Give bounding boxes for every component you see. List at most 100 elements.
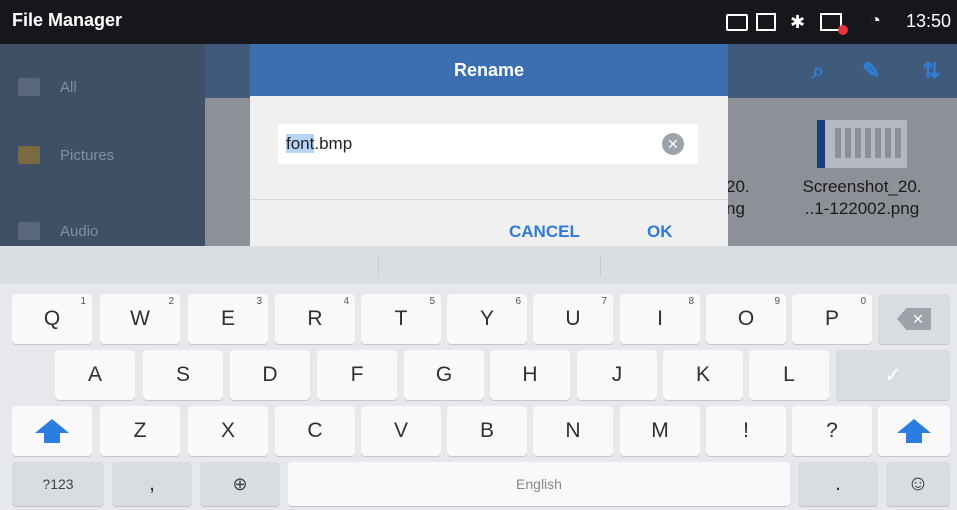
key-question[interactable]: ? [792, 406, 872, 456]
file-item[interactable]: 20. ng [726, 176, 750, 220]
comma-key[interactable]: , [112, 462, 192, 506]
key-s[interactable]: S [143, 350, 223, 400]
file-name-line1: Screenshot_20. [802, 177, 922, 196]
key-c[interactable]: C [275, 406, 355, 456]
suggestion-divider [378, 254, 379, 276]
network-off-icon [820, 13, 848, 35]
key-label: ! [743, 419, 749, 442]
drawer-item-label: Pictures [60, 146, 115, 164]
drawer-item-all[interactable]: All [18, 78, 77, 96]
key-a[interactable]: A [55, 350, 135, 400]
enter-key[interactable]: ✓ [836, 350, 950, 400]
selected-text: font [286, 134, 315, 153]
key-o[interactable]: O9 [706, 294, 786, 344]
key-label: B [479, 419, 494, 442]
shift-right-key[interactable] [878, 406, 950, 456]
key-y[interactable]: Y6 [447, 294, 527, 344]
unselected-text: .bmp [314, 134, 353, 153]
file-thumbnail[interactable] [817, 120, 907, 168]
sort-icon[interactable]: ⇅ [922, 58, 940, 84]
file-item[interactable]: Screenshot_20. ..1-122002.png [782, 176, 942, 220]
checkmark-icon: ✓ [884, 363, 902, 387]
key-label: F [350, 363, 364, 386]
key-k[interactable]: K [663, 350, 743, 400]
image-icon [18, 146, 40, 164]
dialog-title: Rename [250, 44, 728, 96]
clock: 13:50 [906, 11, 952, 31]
key-z[interactable]: Z [100, 406, 180, 456]
key-l[interactable]: L [749, 350, 829, 400]
music-icon [18, 222, 40, 240]
shift-icon [35, 419, 69, 443]
globe-icon: ⊕ [232, 473, 248, 494]
key-g[interactable]: G [404, 350, 484, 400]
clear-icon[interactable]: ✕ [662, 133, 684, 155]
backspace-key[interactable]: ✕ [878, 294, 950, 344]
key-n[interactable]: N [533, 406, 613, 456]
key-v[interactable]: V [361, 406, 441, 456]
key-label: X [220, 419, 235, 442]
key-u[interactable]: U7 [533, 294, 613, 344]
key-h[interactable]: H [490, 350, 570, 400]
key-label: P [824, 307, 839, 330]
key-label: U [565, 307, 581, 330]
file-name-line1: 20. [726, 177, 750, 196]
edit-icon[interactable]: ✎ [862, 58, 880, 84]
shift-left-key[interactable] [12, 406, 92, 456]
space-key[interactable]: English [288, 462, 790, 506]
key-label: V [393, 419, 408, 442]
period-key[interactable]: . [798, 462, 878, 506]
key-label: ? [826, 419, 838, 442]
key-hint: 1 [80, 296, 86, 307]
key-label: K [695, 363, 710, 386]
key-hint: 4 [343, 296, 349, 307]
folder-icon [18, 78, 40, 96]
drawer-item-label: Audio [60, 222, 99, 240]
drawer-item-pictures[interactable]: Pictures [18, 146, 114, 164]
key-label: Y [479, 307, 494, 330]
key-e[interactable]: E3 [188, 294, 268, 344]
search-icon[interactable]: ⌕ [812, 58, 824, 84]
key-j[interactable]: J [577, 350, 657, 400]
cancel-button[interactable]: CANCEL [509, 222, 580, 242]
key-label: S [175, 363, 190, 386]
navigation-drawer [0, 44, 205, 246]
key-q[interactable]: Q1 [12, 294, 92, 344]
key-p[interactable]: P0 [792, 294, 872, 344]
key-label: English [516, 476, 562, 492]
app-title: File Manager [12, 10, 123, 30]
rename-input[interactable]: font.bmp ✕ [278, 124, 698, 164]
key-x[interactable]: X [188, 406, 268, 456]
key-label: A [87, 363, 102, 386]
rename-input-value[interactable]: font.bmp [286, 134, 352, 154]
key-exclamation[interactable]: ! [706, 406, 786, 456]
key-label: Z [133, 419, 147, 442]
key-label: I [657, 307, 663, 330]
key-hint: 9 [774, 296, 780, 307]
language-key[interactable]: ⊕ [200, 462, 280, 506]
key-label: . [835, 472, 841, 495]
key-label: M [651, 419, 669, 442]
drawer-item-label: All [60, 78, 77, 96]
emoji-key[interactable]: ☺ [886, 462, 950, 506]
key-r[interactable]: R4 [275, 294, 355, 344]
key-b[interactable]: B [447, 406, 527, 456]
shift-icon [897, 419, 931, 443]
symbols-key[interactable]: ?123 [12, 462, 104, 506]
drawer-item-audio[interactable]: Audio [18, 222, 98, 240]
key-i[interactable]: I8 [620, 294, 700, 344]
key-t[interactable]: T5 [361, 294, 441, 344]
key-label: R [307, 307, 323, 330]
key-f[interactable]: F [317, 350, 397, 400]
key-label: W [130, 307, 150, 330]
key-hint: 5 [429, 296, 435, 307]
ok-button[interactable]: OK [647, 222, 673, 242]
key-m[interactable]: M [620, 406, 700, 456]
suggestion-bar [0, 246, 957, 284]
status-bar [0, 0, 957, 44]
key-label: ?123 [42, 476, 74, 492]
key-d[interactable]: D [230, 350, 310, 400]
key-label: L [783, 363, 795, 386]
key-hint: 2 [168, 296, 174, 307]
key-w[interactable]: W2 [100, 294, 180, 344]
